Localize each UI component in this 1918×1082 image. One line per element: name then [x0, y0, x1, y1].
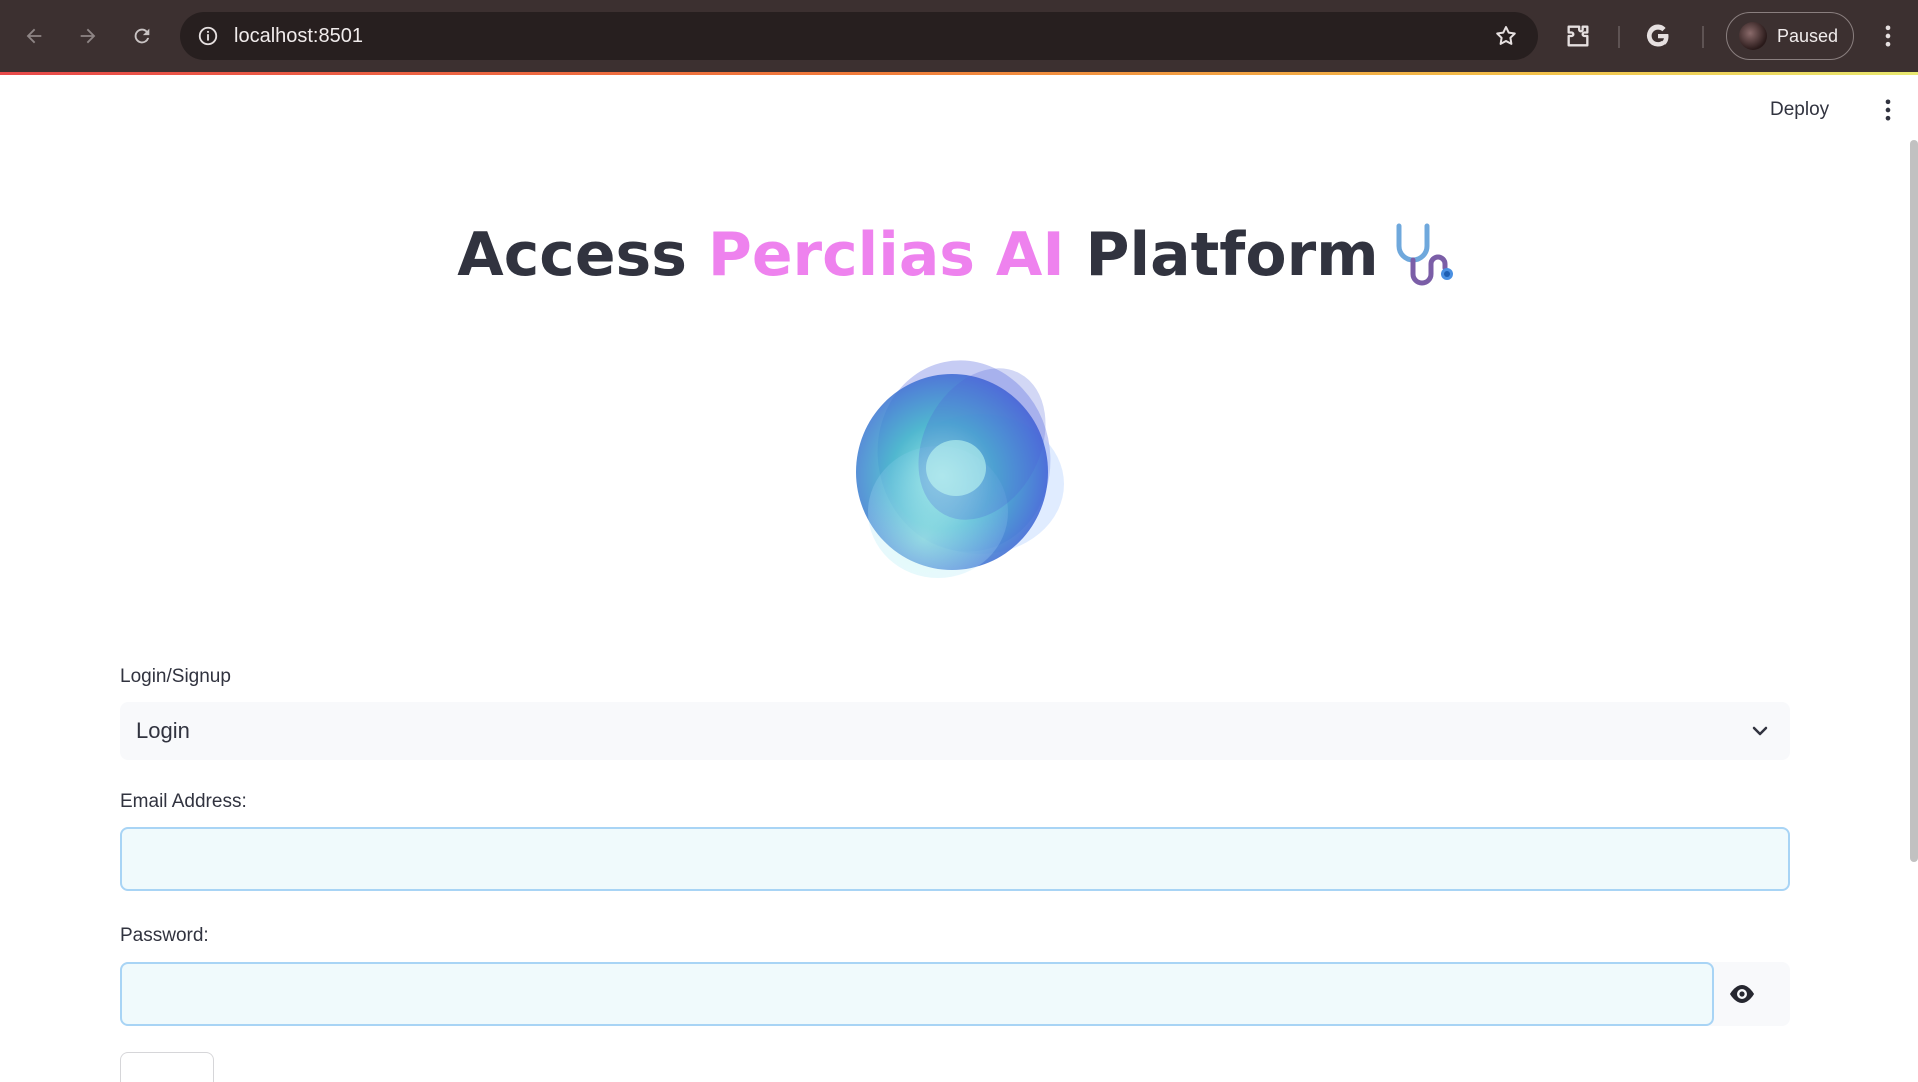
password-label: Password:: [120, 925, 209, 946]
stethoscope-icon: [1396, 223, 1453, 286]
url-text: localhost:8501: [234, 24, 363, 47]
address-bar[interactable]: localhost:8501: [180, 12, 1538, 60]
avatar: [1739, 22, 1767, 50]
password-field[interactable]: [120, 962, 1714, 1026]
reload-button[interactable]: [124, 18, 160, 54]
profile-button[interactable]: Paused: [1726, 12, 1854, 60]
show-password-icon[interactable]: [1726, 980, 1758, 1008]
page-load-bar: [0, 72, 1918, 75]
deploy-button[interactable]: Deploy: [1770, 96, 1829, 124]
browser-menu-icon[interactable]: [1874, 22, 1902, 50]
login-signup-label: Login/Signup: [120, 666, 231, 687]
forward-button[interactable]: [70, 18, 106, 54]
title-part-2: Platform: [1064, 220, 1379, 290]
submit-button[interactable]: [120, 1052, 214, 1082]
email-field[interactable]: [120, 827, 1790, 891]
google-button[interactable]: [1644, 0, 1680, 72]
toolbar-divider: [1618, 26, 1620, 48]
site-info-icon[interactable]: [194, 22, 222, 50]
ai-orb-logo: [856, 360, 1064, 578]
reload-icon: [134, 28, 150, 44]
email-label: Email Address:: [120, 791, 247, 812]
arrow-left-icon: [26, 28, 42, 44]
browser-toolbar: localhost:8501 Paused: [0, 0, 1918, 72]
arrow-right-icon: [80, 28, 96, 44]
toolbar-divider: [1702, 26, 1704, 48]
page-title: Access Perclias AI Platform: [0, 215, 1918, 295]
login-signup-select[interactable]: Login: [120, 702, 1790, 760]
title-part-1: Access: [457, 220, 708, 290]
extensions-button[interactable]: [1564, 0, 1596, 72]
profile-status: Paused: [1777, 25, 1839, 46]
chevron-down-icon: [1752, 726, 1768, 736]
google-g-icon: [1646, 24, 1669, 47]
bookmark-star-icon[interactable]: [1494, 24, 1518, 48]
back-button[interactable]: [16, 18, 52, 54]
selected-mode: Login: [136, 718, 190, 743]
title-brand: Perclias AI: [707, 220, 1065, 290]
app-menu-icon[interactable]: [1874, 96, 1902, 124]
puzzle-icon: [1567, 25, 1589, 47]
